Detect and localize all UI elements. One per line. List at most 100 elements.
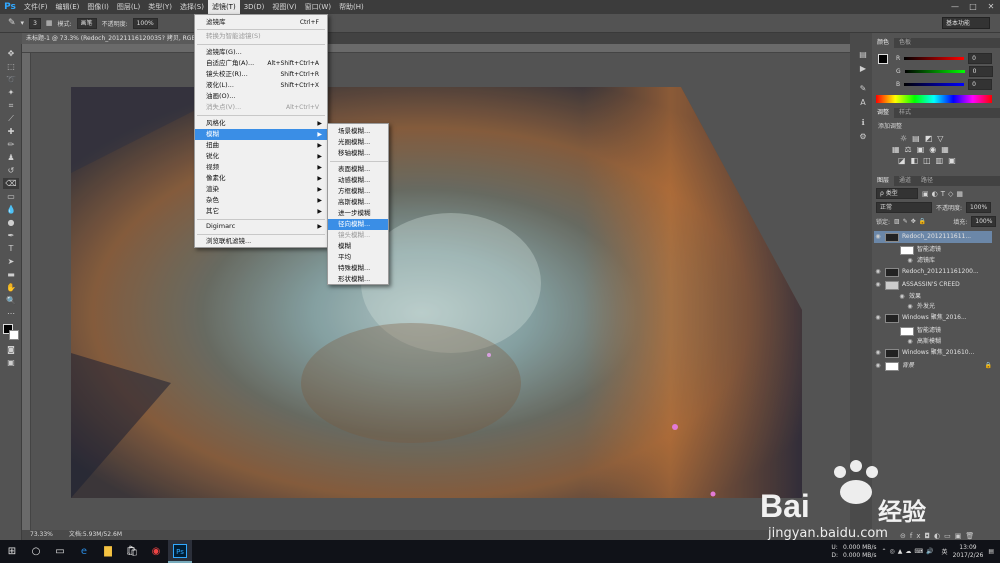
adjustment-icons-row2[interactable]: ▦⚖▣◉▦ bbox=[872, 144, 1000, 155]
menu-item-field-blur[interactable]: 场景模糊... bbox=[328, 126, 388, 137]
menu-item-shape-blur[interactable]: 形状模糊... bbox=[328, 274, 388, 285]
photoshop-taskbar-icon[interactable]: Ps bbox=[168, 540, 192, 563]
red-slider[interactable]: R0 bbox=[896, 52, 993, 64]
menu-item-pixelate[interactable]: 像素化 ▶ bbox=[195, 173, 327, 184]
quick-select-tool-icon[interactable]: ✦ bbox=[3, 87, 19, 98]
edge-icon[interactable]: e bbox=[72, 540, 96, 563]
workspace-select[interactable]: 基本功能 bbox=[942, 17, 990, 29]
hand-tool-icon[interactable]: ✋ bbox=[3, 282, 19, 293]
path-select-tool-icon[interactable]: ➤ bbox=[3, 256, 19, 267]
lock-icons[interactable]: ▨✎✥🔒 bbox=[894, 218, 929, 225]
menu-item-blur[interactable]: 模糊 bbox=[328, 241, 388, 252]
green-value[interactable]: 0 bbox=[968, 65, 993, 77]
layer-row[interactable]: ◉ ASSASSIN'S CREED bbox=[874, 279, 992, 291]
blend-mode-select[interactable]: 正常 bbox=[876, 202, 932, 213]
menu-item-browse-online-filters[interactable]: 浏览联机滤镜... bbox=[195, 236, 327, 247]
menu-item-gaussian-blur[interactable]: 高斯模糊... bbox=[328, 197, 388, 208]
tab-paths[interactable]: 路径 bbox=[916, 176, 938, 186]
menu-edit[interactable]: 编辑(E) bbox=[52, 0, 84, 14]
menu-item-oil-paint[interactable]: 油画(O)... bbox=[195, 91, 327, 102]
green-slider[interactable]: G0 bbox=[896, 65, 993, 77]
visibility-icon[interactable]: ◉ bbox=[874, 279, 882, 291]
brush-preset-dropdown[interactable]: ▾ bbox=[21, 19, 25, 27]
background-color-swatch[interactable] bbox=[9, 330, 19, 340]
menu-item-surface-blur[interactable]: 表面模糊... bbox=[328, 164, 388, 175]
menu-3d[interactable]: 3D(D) bbox=[240, 0, 269, 14]
adjustment-icons-row3[interactable]: ◪◧◫▥▣ bbox=[872, 155, 1000, 166]
tray-icons[interactable]: ⌃◎▲☁⌨🔊 bbox=[882, 548, 937, 555]
zoom-tool-icon[interactable]: 🔍 bbox=[3, 295, 19, 306]
zoom-level[interactable]: 73.33% bbox=[30, 530, 53, 540]
gradient-tool-icon[interactable]: ▭ bbox=[3, 191, 19, 202]
menu-item-filter-gallery-last[interactable]: 滤镜库 Ctrl+F bbox=[195, 17, 327, 28]
brush-tool-icon[interactable]: ✏ bbox=[3, 139, 19, 150]
menu-item-tilt-shift[interactable]: 移轴模糊... bbox=[328, 148, 388, 159]
history-brush-tool-icon[interactable]: ↺ bbox=[3, 165, 19, 176]
layer-row[interactable]: ◉ Redoch_201211161200... bbox=[874, 266, 992, 278]
menu-item-box-blur[interactable]: 方框模糊... bbox=[328, 186, 388, 197]
menu-filter[interactable]: 滤镜(T) bbox=[207, 0, 240, 14]
menu-help[interactable]: 帮助(H) bbox=[335, 0, 368, 14]
layer-kind-filter[interactable]: ρ 类型 bbox=[876, 188, 918, 199]
visibility-icon[interactable]: ◉ bbox=[874, 231, 882, 243]
character-panel-icon[interactable]: A bbox=[855, 97, 871, 108]
shape-tool-icon[interactable]: ▬ bbox=[3, 269, 19, 280]
visibility-icon[interactable]: ◉ bbox=[874, 312, 882, 324]
menu-item-average[interactable]: 平均 bbox=[328, 252, 388, 263]
menu-item-motion-blur[interactable]: 动感模糊... bbox=[328, 175, 388, 186]
eraser-tool-icon[interactable]: ✎ bbox=[8, 18, 16, 28]
menu-item-adaptive-wide-angle[interactable]: 自适应广角(A)... Alt+Shift+Ctrl+A bbox=[195, 58, 327, 69]
notification-icon[interactable]: ▤ bbox=[988, 548, 994, 555]
tab-styles[interactable]: 样式 bbox=[894, 108, 916, 118]
layer-fill-field[interactable]: 100% bbox=[971, 216, 997, 227]
history-panel-icon[interactable]: ▤ bbox=[855, 49, 871, 60]
clock-date[interactable]: 2017/2/26 bbox=[953, 552, 984, 560]
blur-tool-icon[interactable]: 💧 bbox=[3, 204, 19, 215]
visibility-icon[interactable]: ◉ bbox=[874, 347, 882, 359]
mode-select[interactable]: 画笔 bbox=[76, 17, 97, 29]
menu-item-smart-blur[interactable]: 特殊模糊... bbox=[328, 263, 388, 274]
menu-item-sharpen[interactable]: 锐化 ▶ bbox=[195, 151, 327, 162]
layer-opacity-field[interactable]: 100% bbox=[966, 202, 992, 213]
layer-row[interactable]: ◉ Windows 聚焦_201610... bbox=[874, 347, 992, 359]
menu-item-lens-blur[interactable]: 镜头模糊... bbox=[328, 230, 388, 241]
type-tool-icon[interactable]: T bbox=[3, 243, 19, 254]
blue-value[interactable]: 0 bbox=[968, 78, 993, 90]
visibility-icon[interactable]: ◉ bbox=[874, 360, 882, 372]
healing-brush-tool-icon[interactable]: ✚ bbox=[3, 126, 19, 137]
layer-row[interactable]: ◉ Redoch_2012111611... bbox=[874, 231, 992, 243]
tab-channels[interactable]: 通道 bbox=[894, 176, 916, 186]
windows-start-icon[interactable]: ⊞ bbox=[0, 540, 24, 563]
color-spectrum[interactable] bbox=[876, 95, 992, 103]
properties-panel-icon[interactable]: ⚙ bbox=[855, 131, 871, 142]
menu-item-distort[interactable]: 扭曲 ▶ bbox=[195, 140, 327, 151]
menu-item-video[interactable]: 视频 ▶ bbox=[195, 162, 327, 173]
color-fg-swatch[interactable] bbox=[878, 54, 888, 64]
minimize-button[interactable]: — bbox=[946, 0, 964, 14]
move-tool-icon[interactable]: ✥ bbox=[3, 48, 19, 59]
store-icon[interactable]: 🛍 bbox=[120, 540, 144, 563]
menu-item-filter-gallery[interactable]: 滤镜库(G)... bbox=[195, 47, 327, 58]
menu-item-other[interactable]: 其它 ▶ bbox=[195, 206, 327, 217]
menu-image[interactable]: 图像(I) bbox=[83, 0, 113, 14]
brush-panel-icon[interactable]: ✎ bbox=[855, 83, 871, 94]
menu-item-lens-correction[interactable]: 镜头校正(R)... Shift+Ctrl+R bbox=[195, 69, 327, 80]
screen-mode-icon[interactable]: ▣ bbox=[3, 357, 19, 368]
brush-panel-icon[interactable]: ▦ bbox=[46, 19, 53, 27]
tab-layers[interactable]: 图层 bbox=[872, 176, 895, 186]
tab-swatches[interactable]: 色板 bbox=[894, 38, 916, 48]
layer-row[interactable]: ◉ 背景 🔒 bbox=[874, 360, 992, 372]
red-value[interactable]: 0 bbox=[968, 52, 993, 64]
opacity-field[interactable]: 100% bbox=[132, 17, 158, 29]
eyedropper-tool-icon[interactable]: ⟋ bbox=[3, 113, 19, 124]
tab-adjustments[interactable]: 调整 bbox=[872, 108, 895, 118]
tab-color[interactable]: 颜色 bbox=[872, 38, 895, 48]
task-view-icon[interactable]: ▭ bbox=[48, 540, 72, 563]
menu-item-blur-more[interactable]: 进一步模糊 bbox=[328, 208, 388, 219]
lasso-tool-icon[interactable]: ➰ bbox=[3, 74, 19, 85]
menu-window[interactable]: 窗口(W) bbox=[301, 0, 335, 14]
chrome-icon[interactable]: ◉ bbox=[144, 540, 168, 563]
file-explorer-icon[interactable]: ▇ bbox=[96, 540, 120, 563]
eraser-tool-icon[interactable]: ⌫ bbox=[3, 178, 19, 189]
crop-tool-icon[interactable]: ⌗ bbox=[3, 100, 19, 111]
